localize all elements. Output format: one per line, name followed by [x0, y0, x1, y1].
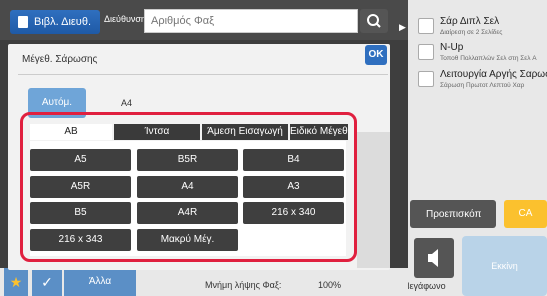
start-label: Εκκίνη — [491, 261, 518, 271]
auto-size-value: A4 — [121, 98, 133, 108]
slow-scan-option[interactable]: Λειτουργία Αργής Σαρωσης Σάρωση Πρωτοτ Λ… — [418, 67, 547, 97]
option-title: Λειτουργία Αργής Σαρωσης — [440, 69, 547, 80]
start-button[interactable]: Εκκίνη — [462, 236, 547, 296]
check-icon[interactable]: ✓ — [32, 268, 62, 296]
others-button[interactable]: Άλλα — [64, 268, 136, 296]
option-subtitle: Διαίρεση σε 2 Σελίδες — [440, 29, 503, 36]
checkbox[interactable] — [418, 18, 434, 34]
address-book-button[interactable]: Βιβλ. Διευθ. — [10, 10, 100, 34]
preview-label: Προεπισκόπ — [426, 208, 482, 220]
option-subtitle: Σάρωση Πρωτοτ Λεπτού Χαρ — [440, 82, 525, 89]
option-title: Σάρ Διπλ Σελ — [440, 16, 500, 27]
search-button[interactable] — [360, 9, 388, 33]
address-book-label: Βιβλ. Διευθ. — [34, 16, 91, 28]
checkbox[interactable] — [418, 44, 434, 60]
speaker-label: Μεγάφωνο — [402, 281, 446, 291]
speaker-button[interactable] — [414, 238, 454, 278]
highlight-frame — [20, 112, 357, 262]
ca-button[interactable]: CA — [504, 200, 547, 228]
search-icon — [367, 14, 381, 28]
dialog-title: Μέγεθ. Σάρωσης — [22, 54, 98, 65]
memory-label: Μνήμη λήψης Φαξ: — [205, 280, 282, 290]
fax-number-input[interactable] — [144, 9, 358, 33]
checkbox[interactable] — [418, 71, 434, 87]
option-title: N-Up — [440, 42, 464, 53]
ok-button[interactable]: OK — [365, 45, 387, 65]
option-subtitle: Τοποθ Πολλαπλών Σελ στη Σελ A — [440, 55, 537, 62]
n-up-option[interactable]: N-Up Τοποθ Πολλαπλών Σελ στη Σελ A — [418, 40, 547, 70]
book-icon — [18, 16, 28, 28]
star-icon[interactable]: ★ — [4, 268, 28, 296]
memory-value: 100% — [318, 280, 342, 290]
divider — [18, 74, 388, 75]
preview-button[interactable]: Προεπισκόπ — [410, 200, 496, 228]
speaker-icon — [428, 249, 438, 267]
dialog-side — [357, 132, 390, 268]
address-label: Διεύθυνση — [104, 14, 146, 24]
